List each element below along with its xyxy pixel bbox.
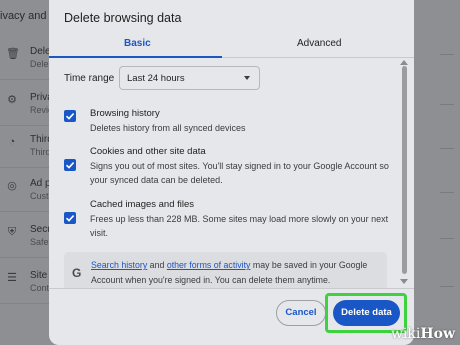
option-cookies: Cookies and other site data Signs you ou…: [64, 146, 394, 190]
dialog-tabs: Basic Advanced: [49, 28, 414, 58]
settings-row-title: Dele: [30, 46, 51, 57]
google-icon: G: [72, 266, 82, 280]
dialog-title: Delete browsing data: [64, 11, 182, 25]
settings-right-column: [414, 0, 460, 345]
time-range-value: Last 24 hours: [127, 73, 185, 84]
settings-row-subtitle: Safe: [30, 237, 49, 247]
search-history-link[interactable]: Search history: [91, 260, 147, 270]
settings-row: ⚙ Priva Revie: [0, 86, 56, 126]
delete-browsing-data-dialog: Delete browsing data Basic Advanced Time…: [49, 0, 414, 345]
cancel-button[interactable]: Cancel: [276, 300, 326, 326]
settings-row-subtitle: Dele: [30, 59, 49, 69]
wikihow-watermark: wikiHow: [390, 326, 455, 342]
cached-images-checkbox[interactable]: [64, 212, 76, 224]
checkmark-icon: [65, 215, 75, 222]
settings-row: ⛨ Secu Safe: [0, 218, 56, 258]
dialog-content: Time range Last 24 hours Browsing histor…: [49, 58, 401, 288]
checkmark-icon: [65, 162, 75, 169]
cookies-checkbox[interactable]: [64, 159, 76, 171]
info-text: Search history and other forms of activi…: [91, 260, 368, 285]
settings-row: ☰ Site s Contr: [0, 264, 56, 304]
settings-row: ◔ Third Third: [0, 128, 56, 168]
checkmark-icon: [65, 113, 75, 120]
delete-data-button[interactable]: Delete data: [333, 300, 400, 326]
google-account-info-box: G Search history and other forms of acti…: [64, 252, 387, 288]
settings-header-text: ivacy and s: [0, 10, 56, 22]
cookie-icon: ◔: [8, 136, 16, 148]
privacy-guide-icon: ⚙: [7, 94, 17, 106]
other-activity-link[interactable]: other forms of activity: [167, 260, 251, 270]
trash-icon: 🗑: [6, 48, 20, 60]
option-description: Deletes history from all synced devices: [90, 123, 246, 133]
option-description: Frees up less than 228 MB. Some sites ma…: [90, 214, 389, 238]
site-settings-icon: ☰: [7, 272, 17, 284]
ad-privacy-icon: ◎: [7, 180, 17, 192]
scrollbar-thumb[interactable]: [402, 66, 407, 274]
settings-row: ◎ Ad p Custo: [0, 172, 56, 212]
settings-row-subtitle: Third: [30, 147, 51, 157]
dropdown-arrow-icon: [244, 76, 250, 80]
browsing-history-checkbox[interactable]: [64, 110, 76, 122]
time-range-label: Time range: [64, 73, 115, 84]
dialog-footer: Cancel Delete data: [49, 288, 414, 345]
option-browsing-history: Browsing history Deletes history from al…: [64, 108, 394, 138]
option-title: Cookies and other site data: [90, 146, 206, 157]
option-cached-images: Cached images and files Frees up less th…: [64, 199, 394, 243]
time-range-select[interactable]: Last 24 hours: [119, 66, 260, 90]
scroll-up-icon[interactable]: [400, 60, 408, 65]
security-icon: ⛨: [7, 226, 17, 238]
settings-row: 🗑 Dele Dele: [0, 40, 56, 80]
option-title: Browsing history: [90, 108, 160, 119]
option-title: Cached images and files: [90, 199, 195, 210]
tab-basic[interactable]: Basic: [124, 38, 151, 49]
scroll-down-icon[interactable]: [400, 279, 408, 284]
tab-advanced[interactable]: Advanced: [297, 38, 341, 49]
settings-row-title: Ad p: [30, 178, 51, 189]
option-description: Signs you out of most sites. You'll stay…: [90, 161, 389, 185]
